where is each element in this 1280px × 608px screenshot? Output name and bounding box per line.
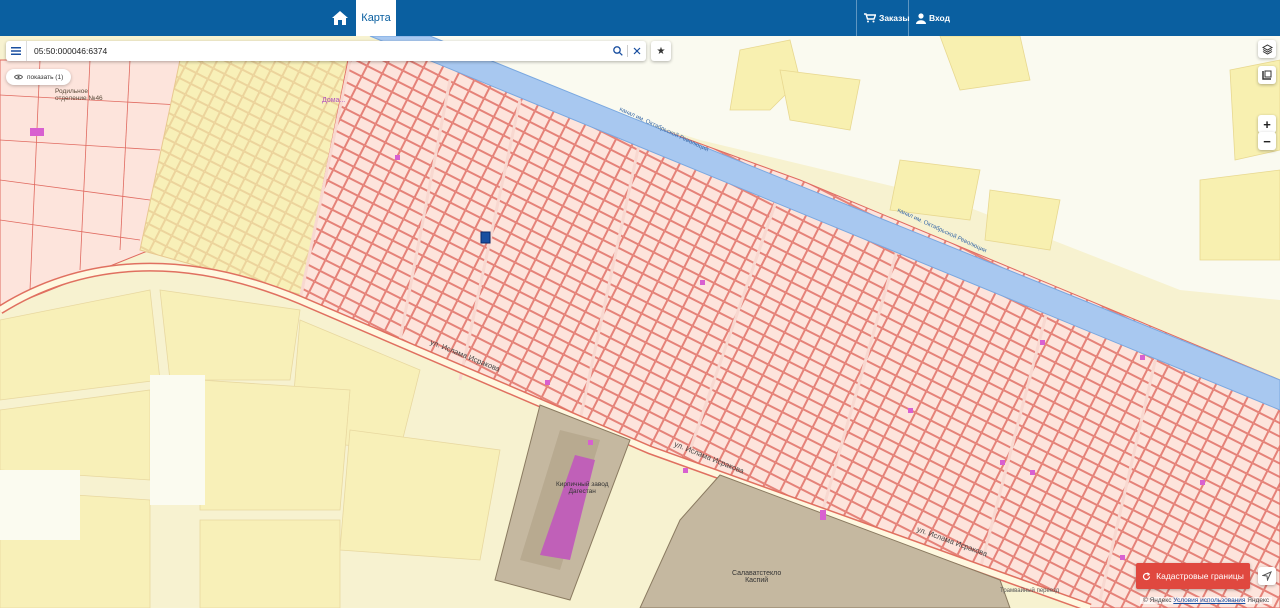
clear-button[interactable] <box>628 41 646 61</box>
selected-parcel[interactable] <box>480 231 491 244</box>
star-icon: ★ <box>656 45 666 57</box>
menu-button[interactable] <box>6 41 27 61</box>
label-houses: Дома... <box>322 97 346 104</box>
geolocation-button[interactable] <box>1258 567 1276 585</box>
login-label: Вход <box>929 13 951 23</box>
home-button[interactable] <box>326 6 354 30</box>
cadastral-borders-button[interactable]: Кадастровые границы <box>1136 563 1250 589</box>
show-label: показать (1) <box>27 73 64 81</box>
plus-icon: + <box>1263 116 1271 132</box>
label-brick-plant: Кирпичный завод Дагестан <box>556 481 609 495</box>
close-icon <box>633 47 641 55</box>
search-bar <box>6 41 646 61</box>
search-button[interactable] <box>609 41 627 61</box>
label-glass-plant: Салаватстекло Каспий <box>732 570 782 584</box>
login-button[interactable]: Вход <box>916 0 950 36</box>
attribution-extra: Яндекс <box>1247 597 1270 604</box>
terms-link[interactable]: Условия использования <box>1173 597 1245 604</box>
map-attribution: © Яндекс Условия использования Яндекс <box>1140 597 1273 604</box>
search-icon <box>613 46 623 56</box>
user-icon <box>916 12 926 24</box>
attribution-provider: © Яндекс <box>1143 597 1172 604</box>
label-tram: Трамвайный переезд <box>1000 588 1060 594</box>
divider <box>908 0 909 36</box>
top-navbar <box>0 0 1280 36</box>
cart-icon <box>864 13 876 23</box>
label-maternity: Родильное отделение №46 <box>55 88 103 102</box>
frame-icon <box>1262 70 1272 80</box>
layers-button[interactable] <box>1258 40 1276 58</box>
tab-map[interactable]: Карта <box>356 0 396 36</box>
cadastral-borders-label: Кадастровые границы <box>1156 571 1244 581</box>
select-area-button[interactable] <box>1258 66 1276 84</box>
orders-button[interactable]: Заказы <box>864 0 910 36</box>
orders-label: Заказы <box>879 13 910 23</box>
search-input[interactable] <box>27 45 609 57</box>
layers-icon <box>1261 43 1273 55</box>
home-icon <box>332 11 348 25</box>
menu-icon <box>11 47 21 55</box>
favorites-button[interactable]: ★ <box>651 41 671 61</box>
zoom-out-button[interactable]: − <box>1258 132 1276 150</box>
refresh-icon <box>1143 571 1151 580</box>
zoom-in-button[interactable]: + <box>1258 115 1276 133</box>
location-arrow-icon <box>1262 571 1272 581</box>
divider <box>856 0 857 36</box>
show-button[interactable]: показать (1) <box>6 69 72 85</box>
eye-icon <box>14 74 23 80</box>
minus-icon: − <box>1263 133 1271 149</box>
